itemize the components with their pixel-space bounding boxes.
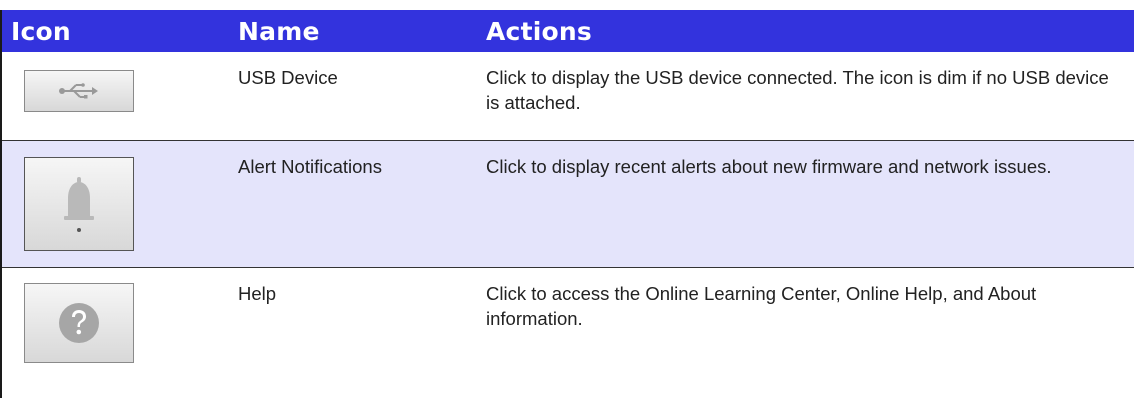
table-header: Icon Name Actions	[2, 10, 1134, 52]
icon-reference-table: Icon Name Actions USB Device Click to di…	[0, 10, 1134, 398]
header-icon: Icon	[11, 16, 71, 46]
bell-icon	[59, 172, 99, 236]
header-name: Name	[238, 16, 320, 46]
name-cell: Help	[238, 283, 277, 304]
table-row: Help Click to access the Online Learning…	[2, 268, 1134, 398]
help-button[interactable]	[24, 283, 134, 363]
action-cell: Click to display the USB device connecte…	[486, 67, 1109, 113]
alert-notifications-button[interactable]	[24, 157, 134, 251]
help-icon	[56, 300, 102, 346]
action-cell: Click to access the Online Learning Cent…	[486, 283, 1037, 329]
action-cell: Click to display recent alerts about new…	[486, 156, 1052, 177]
name-cell: Alert Notifications	[238, 156, 382, 177]
icon-cell	[2, 52, 230, 140]
usb-icon	[58, 83, 100, 99]
icon-cell	[2, 268, 230, 398]
table-row: Alert Notifications Click to display rec…	[2, 141, 1134, 268]
header-actions: Actions	[486, 16, 592, 46]
usb-device-button[interactable]	[24, 70, 134, 112]
table-row: USB Device Click to display the USB devi…	[2, 52, 1134, 141]
name-cell: USB Device	[238, 67, 338, 88]
icon-cell	[2, 141, 230, 267]
